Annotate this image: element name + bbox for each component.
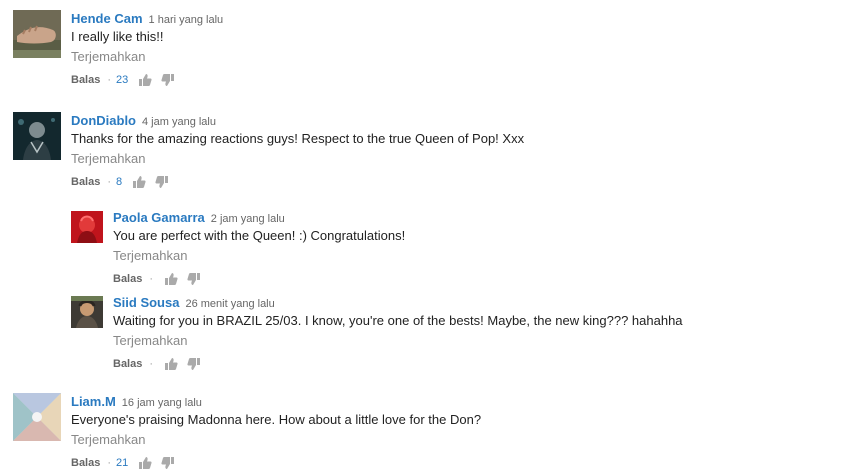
like-count: 23 <box>116 74 129 86</box>
thumb-up-icon[interactable] <box>132 175 146 189</box>
thumb-down-icon[interactable] <box>187 357 201 371</box>
comment-header: Hende Cam 1 hari yang lalu <box>71 10 223 26</box>
thumb-down-icon[interactable] <box>161 73 175 87</box>
comment-body: Siid Sousa 26 menit yang lalu Waiting for… <box>113 294 683 371</box>
comment-actions: Balas · 8 <box>71 175 524 189</box>
reply-button[interactable]: Balas <box>71 176 100 188</box>
thumb-down-icon[interactable] <box>155 175 169 189</box>
comment-text: I really like this!! <box>71 29 164 44</box>
comment-actions: Balas · <box>113 357 683 371</box>
comment-text: Everyone's praising Madonna here. How ab… <box>71 412 482 427</box>
translate-link[interactable]: Terjemahkan <box>113 333 683 348</box>
avatar[interactable] <box>13 112 61 160</box>
comment-header: Liam.M 16 jam yang lalu <box>71 393 481 409</box>
author-name[interactable]: Siid Sousa <box>113 295 179 310</box>
avatar[interactable] <box>71 211 103 243</box>
like-count: 8 <box>116 176 123 188</box>
comment-header: Paola Gamarra 2 jam yang lalu <box>113 209 405 225</box>
timestamp[interactable]: 2 jam yang lalu <box>211 213 285 225</box>
comment-body: Paola Gamarra 2 jam yang lalu You are per… <box>113 209 405 286</box>
separator-dot: · <box>149 358 154 370</box>
timestamp[interactable]: 16 jam yang lalu <box>122 397 202 409</box>
comment-actions: Balas · 23 <box>71 73 223 87</box>
author-name[interactable]: Hende Cam <box>71 11 143 26</box>
thumb-up-icon[interactable] <box>164 357 178 371</box>
reply-button[interactable]: Balas <box>113 358 142 370</box>
comment-body: Hende Cam 1 hari yang lalu I really like … <box>71 10 223 87</box>
reply-button[interactable]: Balas <box>113 273 142 285</box>
timestamp[interactable]: 4 jam yang lalu <box>142 116 216 128</box>
avatar[interactable] <box>13 10 61 58</box>
comment-text: You are perfect with the Queen! :) Congr… <box>113 228 406 243</box>
separator-dot: · <box>149 273 154 285</box>
comment-header: Siid Sousa 26 menit yang lalu <box>113 294 683 310</box>
author-name[interactable]: DonDiablo <box>71 113 136 128</box>
thumb-down-icon[interactable] <box>187 272 201 286</box>
thumb-up-icon[interactable] <box>138 73 152 87</box>
timestamp[interactable]: 1 hari yang lalu <box>149 14 224 26</box>
translate-link[interactable]: Terjemahkan <box>71 432 481 447</box>
comment-actions: Balas · <box>113 272 405 286</box>
separator-dot: · <box>107 457 112 469</box>
translate-link[interactable]: Terjemahkan <box>71 151 524 166</box>
author-name[interactable]: Paola Gamarra <box>113 210 205 225</box>
avatar[interactable] <box>13 393 61 441</box>
reply-button[interactable]: Balas <box>71 74 100 86</box>
author-name[interactable]: Liam.M <box>71 394 116 409</box>
separator-dot: · <box>107 176 112 188</box>
translate-link[interactable]: Terjemahkan <box>71 49 223 64</box>
timestamp[interactable]: 26 menit yang lalu <box>185 298 274 310</box>
comment-body: Liam.M 16 jam yang lalu Everyone's praisi… <box>71 393 481 470</box>
comment-text: Thanks for the amazing reactions guys! R… <box>71 131 525 146</box>
translate-link[interactable]: Terjemahkan <box>113 248 405 263</box>
comment-text: Waiting for you in BRAZIL 25/03. I know,… <box>113 313 683 328</box>
thumb-up-icon[interactable] <box>164 272 178 286</box>
separator-dot: · <box>107 74 112 86</box>
reply-button[interactable]: Balas <box>71 457 100 469</box>
avatar[interactable] <box>71 296 103 328</box>
comment-body: DonDiablo 4 jam yang lalu Thanks for the … <box>71 112 524 189</box>
like-count: 21 <box>116 457 129 469</box>
comment-header: DonDiablo 4 jam yang lalu <box>71 112 524 128</box>
